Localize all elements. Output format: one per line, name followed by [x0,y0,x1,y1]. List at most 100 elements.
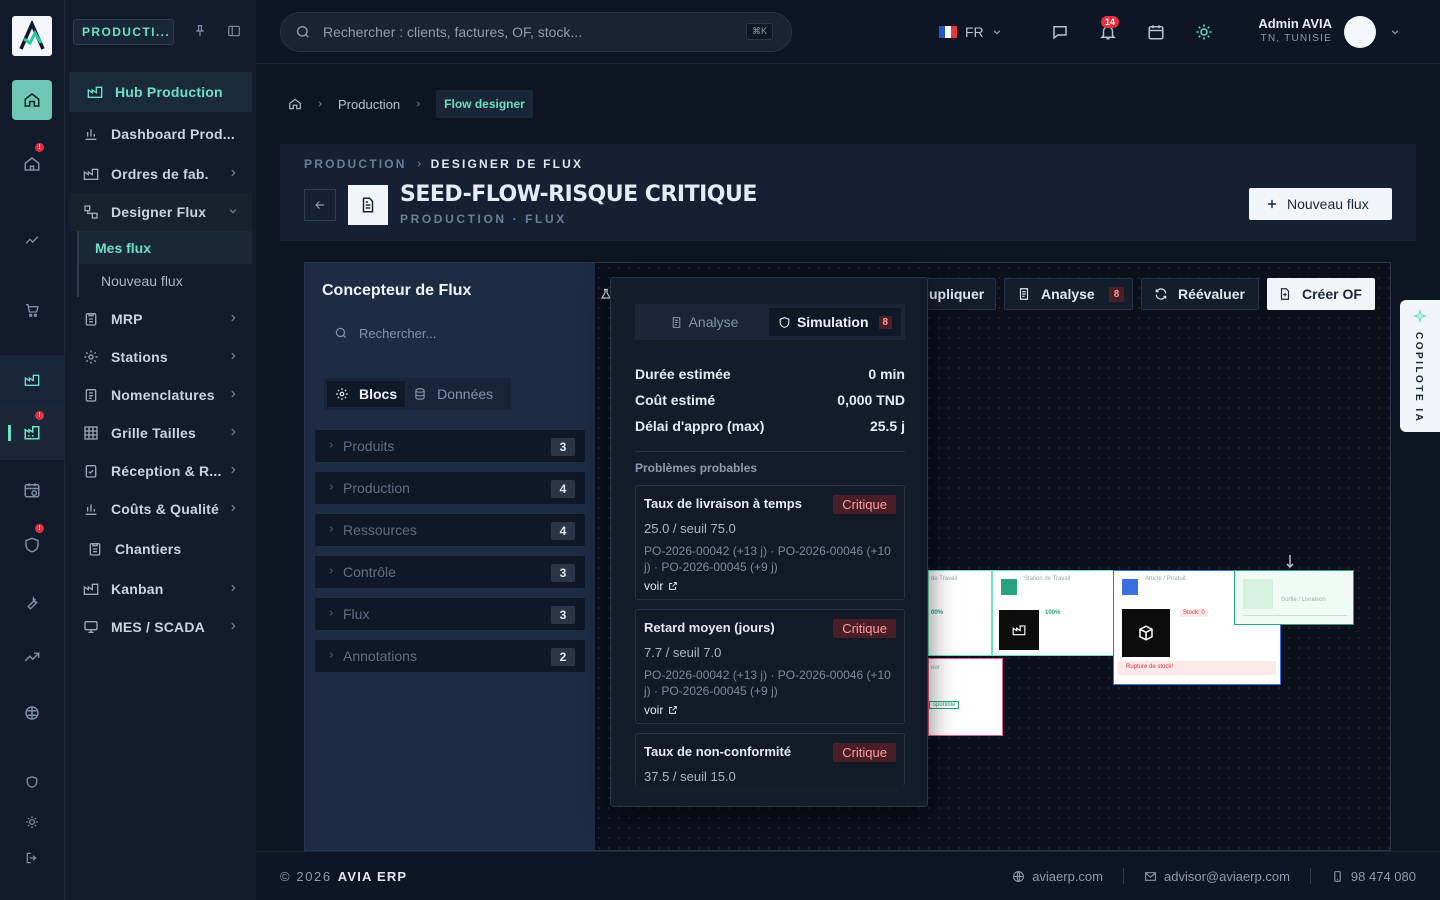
create-of-button[interactable]: Créer OF [1267,278,1375,310]
nav-kanban[interactable]: Kanban [69,570,252,608]
plus-icon [1267,199,1277,209]
rail-brain-button[interactable] [12,693,52,733]
nav-reception[interactable]: Réception & R... [69,452,252,490]
nav-label: Réception & R... [111,463,222,479]
kicker-page: DESIGNER DE FLUX [430,157,584,171]
category-production[interactable]: Production 4 [314,471,586,505]
chevron-right-icon [231,314,236,322]
nav-designer-flux[interactable]: Designer Flux [69,193,252,231]
rail-cart-button[interactable] [12,290,52,330]
flow-node-station-2[interactable]: Station de Travail 100% [992,570,1114,656]
copyright: © 2026 [280,868,332,884]
problems-title: Problèmes probables [635,461,758,475]
popover-tab-simulation[interactable]: Simulation 8 [769,308,901,336]
new-flow-button[interactable]: Nouveau flux [1249,188,1392,220]
breadcrumb-production[interactable]: Production [338,97,400,112]
node-percent: 100% [1045,610,1061,616]
nav-couts-qualite[interactable]: Coûts & Qualité [69,490,252,528]
rail-logout-button[interactable] [12,838,52,878]
metrics-list: Durée estimée 0 min Coût estimé 0,000 TND … [635,361,905,439]
user-info[interactable]: Admin AVIA TN, TUNISIE [1256,16,1332,44]
analyse-button[interactable]: Analyse 8 [1004,278,1133,310]
breadcrumb: Production Flow designer [288,90,533,118]
nav-dashboard-prod[interactable]: Dashboard Prod... [69,115,252,153]
flow-node-station-1[interactable]: de Travail 00% [928,570,992,656]
reevaluate-button[interactable]: Réévaluer [1141,278,1259,310]
nav-mrp[interactable]: MRP [69,300,252,338]
library-search[interactable]: Rechercher... [322,318,584,348]
rail-theme-button[interactable] [12,802,52,842]
footer-site[interactable]: aviaerp.com [1032,869,1103,884]
rail-home-alert-button[interactable]: ! [12,143,52,184]
nav-ordres-fab[interactable]: Ordres de fab. [69,155,252,193]
chevron-right-icon [329,652,334,658]
language-selector[interactable]: FR [939,24,1002,40]
nav-chantiers[interactable]: Chantiers [69,530,252,568]
rail-production-button[interactable]: ! [12,411,52,452]
nav-hub-production[interactable]: Hub Production [69,72,252,112]
search-icon [335,327,347,339]
tab-data[interactable]: Données [405,381,501,407]
notifications-button[interactable]: 14 [1099,16,1120,41]
pin-icon[interactable] [193,24,207,38]
nav-nomenclatures[interactable]: Nomenclatures [69,376,252,414]
copilot-tab[interactable]: COPILOTE IA [1400,300,1440,432]
block-library: Concepteur de Flux Rechercher... Blocs D… [305,263,595,850]
footer-phone[interactable]: 98 474 080 [1351,869,1416,884]
nav-mes-scada[interactable]: MES / SCADA [69,608,252,646]
library-tabs: Blocs Données [324,378,511,410]
nav-grille-tailles[interactable]: Grille Tailles [69,414,252,452]
category-ressources[interactable]: Ressources 4 [314,513,586,547]
link-label: voir [644,703,664,717]
rail-trendup-button[interactable] [12,637,52,677]
module-selector[interactable]: PRODUCTI... [73,19,174,45]
clipboard-icon [89,543,101,556]
popover-tab-simulation-label: Simulation [796,314,869,330]
chevron-down-icon[interactable] [1390,27,1400,37]
global-search[interactable]: Rechercher : clients, factures, OF, stoc… [280,12,792,52]
category-label: Contrôle [343,564,396,580]
problem-references: PO-2026-00042 (+13 j) · PO-2026-00046 (+… [644,668,891,698]
user-location: TN, TUNISIE [1260,33,1332,44]
back-button[interactable] [304,189,336,221]
tab-blocks[interactable]: Blocs [327,381,406,407]
collapse-sidebar-icon[interactable] [227,24,241,38]
theme-toggle[interactable] [1195,23,1213,41]
category-produits[interactable]: Produits 3 [314,429,586,463]
rail-security-button[interactable] [12,762,52,802]
nav-label: Coûts & Qualité [111,501,220,517]
stock-badge: Stock: 0 [1180,609,1208,617]
node-percent: 00% [931,610,944,616]
category-annotations[interactable]: Annotations 2 [314,639,586,673]
rail-wrench-button[interactable] [12,582,52,622]
rail-trend-button[interactable] [12,220,52,260]
category-count: 4 [551,480,575,498]
problem-link[interactable]: voir [644,703,896,717]
chevron-right-icon [329,526,334,532]
messages-button[interactable] [1051,23,1069,41]
home-icon[interactable] [288,97,302,111]
copilot-label: COPILOTE IA [1413,332,1424,424]
calendar-button[interactable] [1147,23,1165,41]
footer-email[interactable]: advisor@aviaerp.com [1164,869,1290,884]
popover-tab-analyse[interactable]: Analyse [639,308,769,336]
flow-node-output[interactable]: Sortie / Livraison [1234,570,1354,625]
problem-link[interactable]: voir [644,579,896,593]
category-controle[interactable]: Contrôle 3 [314,555,586,589]
nav-sub-nouveau-flux[interactable]: Nouveau flux [77,264,252,297]
rail-factory-button[interactable] [12,360,52,400]
avatar[interactable] [1344,16,1376,48]
flow-node-supplier[interactable]: eur sponible [928,658,1003,736]
category-flux[interactable]: Flux 3 [314,597,586,631]
nav-sub-mes-flux[interactable]: Mes flux [77,231,252,264]
list-icon [85,389,97,402]
rail-shield-button[interactable]: ! [12,524,52,565]
footer-contacts: aviaerp.com advisor@aviaerp.com 98 474 0… [1012,868,1440,884]
rail-home-button[interactable] [12,80,52,120]
factory-icon [999,610,1039,650]
nav-stations[interactable]: Stations [69,338,252,376]
app-logo[interactable] [12,16,52,56]
chevron-right-icon [416,101,421,107]
search-icon [297,26,309,38]
rail-calendar-button[interactable] [12,470,52,510]
